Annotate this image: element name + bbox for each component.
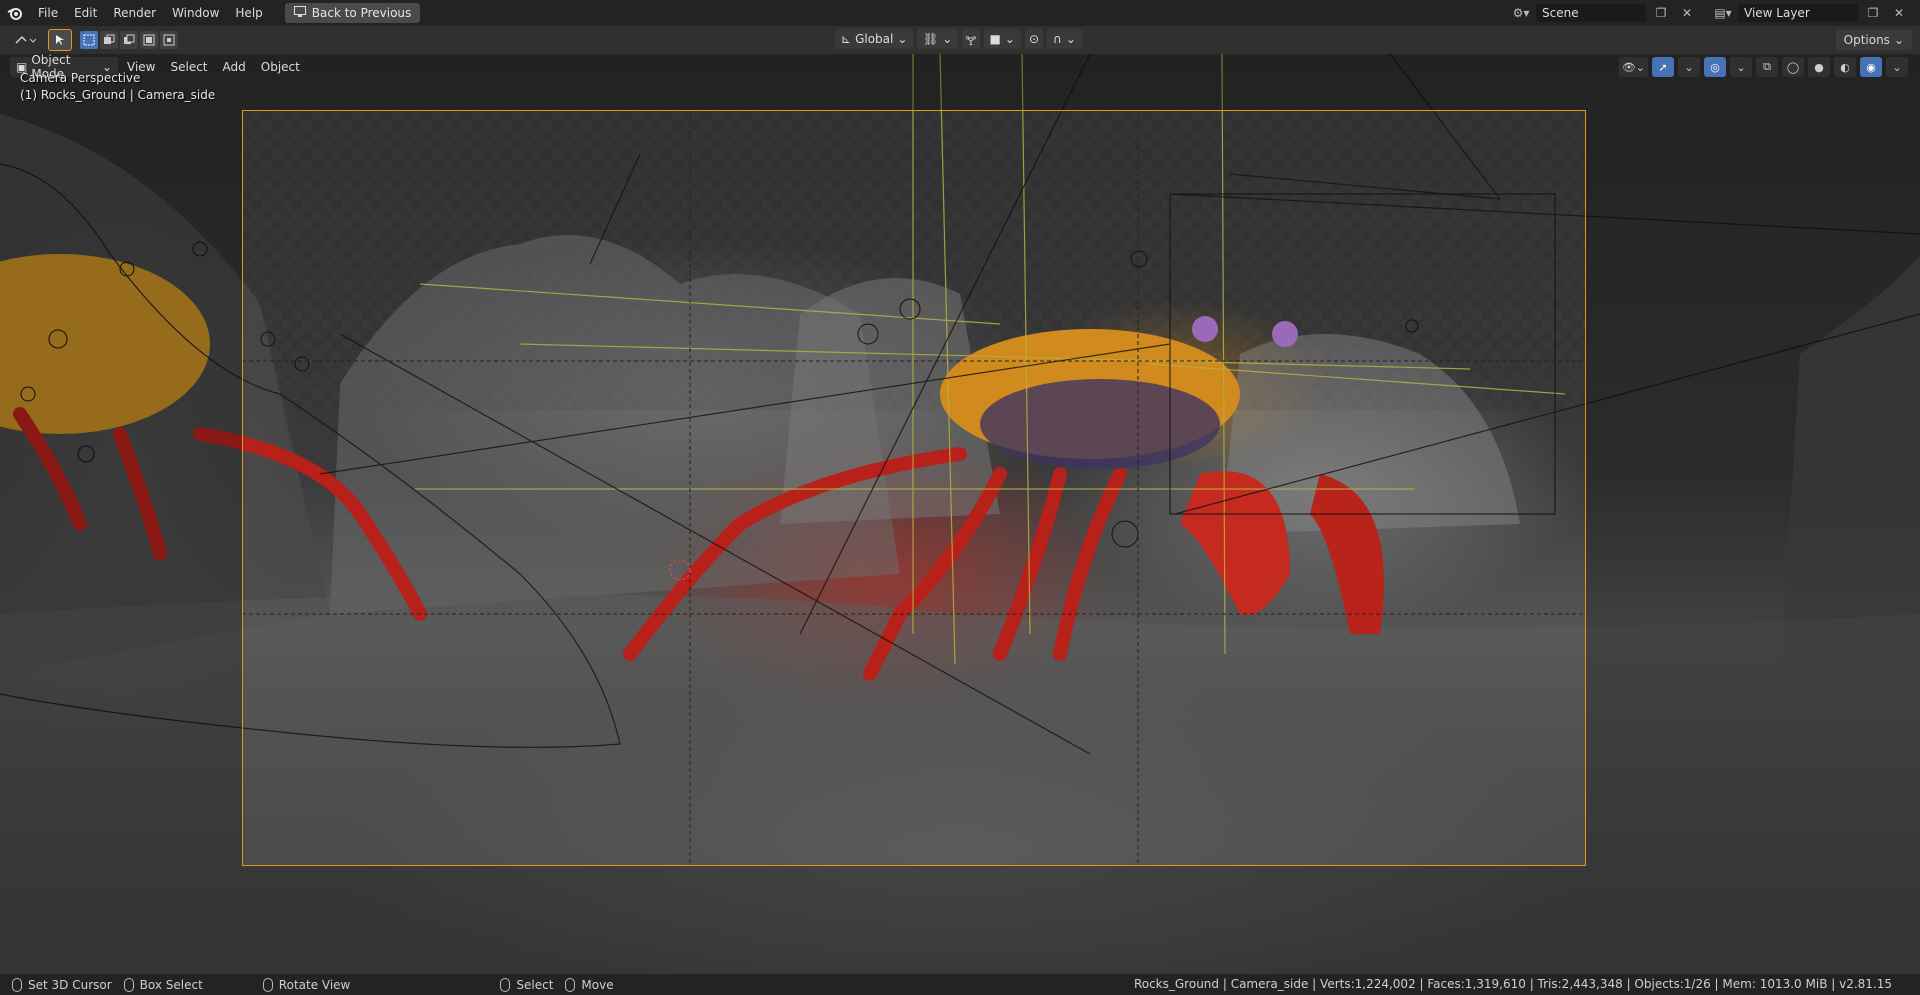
tool-header: ⊾ Global ⌄ ⛓ ⌄ 🝖 ■ ⌄ ⊙ ∩ ⌄ Options ⌄ [0,26,1920,54]
proportional-edit-toggle[interactable]: ⊙ [1024,29,1043,49]
select-extend-icon[interactable] [100,31,118,49]
status-bar: Set 3D Cursor Box Select Rotate View Sel… [0,974,1920,995]
status-hint-label: Rotate View [278,977,351,992]
chevron-down-icon: ⌄ [1065,32,1076,46]
status-hint-label: Select [516,977,554,992]
eye-icon: 👁 [1621,60,1636,74]
scene-statistics: Rocks_Ground | Camera_side | Verts:1,224… [1133,977,1892,991]
wireframe-sphere-icon: ◯ [1786,60,1800,74]
gizmo-dropdown[interactable]: ⌄ [1678,57,1700,77]
menu-window[interactable]: Window [164,0,227,26]
gizmo-icon: ➚ [1658,60,1668,74]
delete-view-layer-icon[interactable]: ✕ [1888,3,1910,23]
view-layer-name: View Layer [1744,6,1810,20]
screen-icon [293,6,306,20]
options-dropdown[interactable]: Options ⌄ [1835,30,1912,50]
select-invert-icon[interactable] [140,31,158,49]
active-object-text: (1) Rocks_Ground | Camera_side [20,88,216,102]
view-layer-selector-icon[interactable]: ▤▾ [1712,3,1734,23]
pivot-point-dropdown[interactable]: ⛓ ⌄ [917,29,959,49]
chevron-down-icon: ⌄ [897,32,908,46]
falloff-curve-icon: ∩ [1053,32,1062,46]
status-hint-move: Move [565,977,614,992]
mouse-drag-icon [565,977,576,992]
solid-sphere-icon: ● [1814,60,1824,74]
overlays-toggle[interactable]: ◎ [1704,57,1726,77]
chevron-down-icon: ⌄ [1684,60,1694,74]
status-hint-label: Box Select [139,977,203,992]
new-scene-icon[interactable]: ❐ [1650,3,1672,23]
menu-edit[interactable]: Edit [66,0,105,26]
select-new-icon[interactable] [80,31,98,49]
select-subtract-icon[interactable] [120,31,138,49]
chevron-down-icon: ⌄ [1004,32,1015,46]
camera-frame [242,110,1586,866]
back-to-previous-label: Back to Previous [311,6,412,20]
blender-logo-icon[interactable] [0,0,30,26]
chevron-down-icon: ⌄ [1893,33,1904,47]
select-intersect-icon[interactable] [160,31,178,49]
shading-solid-button[interactable]: ● [1808,57,1830,77]
viewport-menu-object[interactable]: Object [255,57,306,77]
mouse-middle-icon [262,977,273,992]
status-hint-set-cursor: Set 3D Cursor [12,977,112,992]
scene-controls: ⚙▾ Scene ❐ ✕ ▤▾ View Layer ❐ ✕ [1510,0,1920,26]
mouse-left-icon [12,977,22,992]
scene-selector-icon[interactable]: ⚙▾ [1510,3,1532,23]
gizmo-toggle[interactable]: ➚ [1652,57,1674,77]
select-tool-icon[interactable] [48,29,72,51]
selection-mode-group [80,31,178,49]
shading-material-button[interactable]: ◐ [1834,57,1856,77]
chevron-down-icon: ⌄ [1736,60,1746,74]
snap-increment-icon: ■ [989,32,1001,46]
scene-name: Scene [1542,6,1579,20]
top-menu-bar: File Edit Render Window Help Back to Pre… [0,0,1920,26]
orientation-icon: ⊾ [841,32,852,46]
status-hint-rotate-view: Rotate View [262,977,351,992]
pivot-icon: ⛓ [923,32,939,46]
viewport-display-controls: 👁 ⌄ ➚ ⌄ ◎ ⌄ ⧉ ◯ ● ◐ ◉ ⌄ [1618,57,1908,77]
overlays-icon: ◎ [1710,60,1720,74]
chevron-down-icon: ⌄ [942,32,953,46]
proportional-edit-icon: ⊙ [1028,32,1039,46]
chevron-down-icon: ⌄ [1892,60,1902,74]
3d-viewport[interactable]: ▣ Object Mode ⌄ View Select Add Object 👁… [0,54,1920,974]
shading-rendered-button[interactable]: ◉ [1860,57,1882,77]
new-view-layer-icon[interactable]: ❐ [1862,3,1884,23]
status-hint-label: Set 3D Cursor [28,977,112,992]
viewport-menu-select[interactable]: Select [164,57,213,77]
orientation-label: Global [855,32,894,46]
mouse-drag-icon [123,977,134,992]
transform-tools: ⊾ Global ⌄ ⛓ ⌄ 🝖 ■ ⌄ ⊙ ∩ ⌄ [835,29,1082,49]
scene-name-field[interactable]: Scene [1536,4,1646,22]
shading-wireframe-button[interactable]: ◯ [1782,57,1804,77]
shading-dropdown[interactable]: ⌄ [1886,57,1908,77]
back-to-previous-button[interactable]: Back to Previous [284,3,421,23]
visibility-dropdown[interactable]: 👁 ⌄ [1618,57,1648,77]
menu-render[interactable]: Render [105,0,164,26]
orientation-dropdown[interactable]: ⊾ Global ⌄ [835,29,913,49]
rendered-sphere-icon: ◉ [1866,60,1876,74]
menu-help[interactable]: Help [227,0,270,26]
magnet-icon: 🝖 [965,33,977,48]
xray-icon: ⧉ [1763,60,1771,73]
snap-element-dropdown[interactable]: ■ ⌄ [983,29,1021,49]
xray-toggle[interactable]: ⧉ [1756,57,1778,77]
delete-scene-icon[interactable]: ✕ [1676,3,1698,23]
mouse-right-icon [500,977,511,992]
view-layer-field[interactable]: View Layer [1738,4,1858,22]
overlays-dropdown[interactable]: ⌄ [1730,57,1752,77]
status-hint-select: Select [500,977,554,992]
viewport-menu-add[interactable]: Add [217,57,252,77]
material-sphere-icon: ◐ [1840,60,1850,74]
editor-type-icon[interactable] [8,29,42,51]
status-hint-label: Move [581,977,614,992]
snap-toggle[interactable]: 🝖 [962,29,980,49]
menu-file[interactable]: File [30,0,66,26]
falloff-dropdown[interactable]: ∩ ⌄ [1047,29,1082,49]
status-hint-box-select: Box Select [123,977,203,992]
options-label: Options [1843,33,1890,47]
view-perspective-text: Camera Perspective [20,71,141,85]
